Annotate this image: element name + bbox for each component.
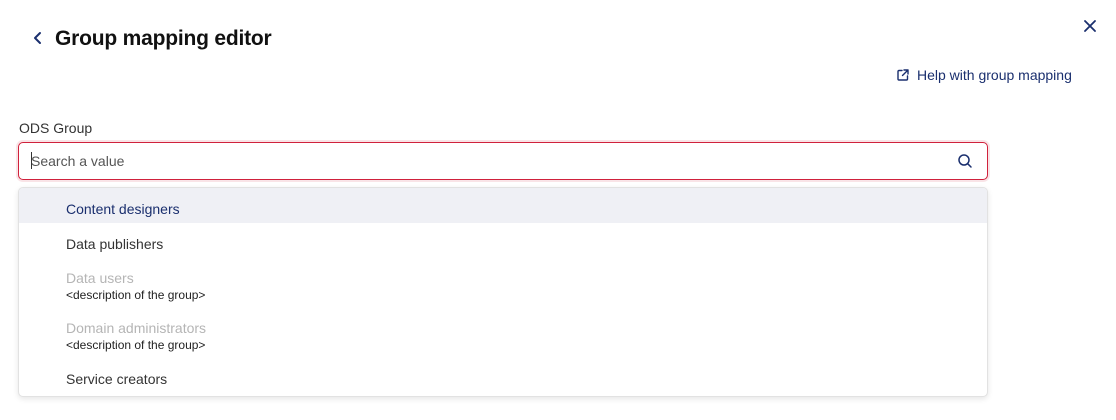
close-icon: [1084, 20, 1096, 32]
search-input[interactable]: [31, 143, 931, 178]
help-link[interactable]: Help with group mapping: [896, 66, 1072, 84]
back-button[interactable]: [28, 28, 48, 48]
close-button[interactable]: [1080, 16, 1100, 36]
option-data-publishers[interactable]: Data publishers: [19, 223, 987, 258]
chevron-left-icon: [34, 32, 41, 44]
option-data-users: Data users <description of the group>: [19, 258, 987, 308]
search-icon[interactable]: [957, 153, 973, 169]
ods-group-label: ODS Group: [19, 120, 93, 136]
page-title: Group mapping editor: [55, 27, 272, 50]
option-label: Content designers: [66, 201, 180, 217]
option-label: Service creators: [66, 371, 168, 387]
group-mapping-editor-panel: Group mapping editor Help with group map…: [0, 0, 1116, 420]
text-cursor: [31, 152, 32, 169]
option-label: Domain administrators: [66, 320, 207, 336]
option-description: <description of the group>: [66, 288, 206, 302]
option-service-creators[interactable]: Service creators: [19, 358, 987, 396]
option-label: Data publishers: [66, 236, 164, 252]
ods-group-search-field[interactable]: [18, 142, 988, 180]
option-domain-administrators: Domain administrators <description of th…: [19, 308, 987, 358]
option-description: <description of the group>: [66, 338, 206, 352]
option-label: Data users: [66, 270, 134, 286]
option-content-designers[interactable]: Content designers: [19, 188, 987, 223]
group-options-dropdown: Content designers Data publishers Data u…: [18, 187, 988, 397]
help-link-label: Help with group mapping: [917, 67, 1072, 83]
external-link-icon: [896, 68, 910, 82]
